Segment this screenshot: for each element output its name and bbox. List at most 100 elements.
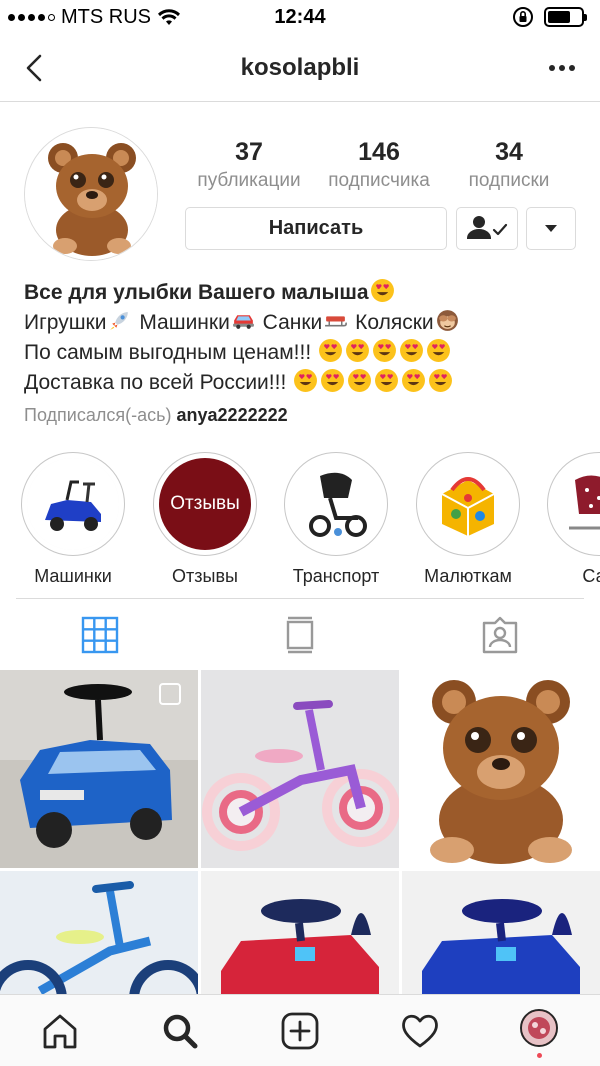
clock: 12:44 — [274, 6, 326, 28]
tricycle-image — [290, 458, 382, 550]
red-ride-on-car-photo — [201, 871, 399, 1000]
bio-prices-text: По самым выгодным ценам!!! — [24, 341, 312, 364]
post-thumbnail[interactable] — [0, 670, 198, 868]
highlight-ring: Отзывы — [153, 452, 257, 556]
heart-eyes-emoji-icon — [348, 369, 372, 392]
teddy-bear-image — [25, 128, 157, 260]
bio-name: Все для улыбки Вашего малыша — [24, 281, 369, 304]
highlight-ring — [547, 452, 600, 556]
heart-eyes-emoji-row — [317, 339, 452, 364]
add-post-icon[interactable] — [280, 1011, 320, 1051]
heart-eyes-emoji-icon — [427, 339, 450, 362]
following-button[interactable] — [456, 207, 518, 250]
heart-eyes-emoji-icon — [375, 369, 399, 392]
followed-by[interactable]: Подписался(-ась) anya2222222 — [24, 405, 288, 426]
highlight-transport[interactable]: Транспорт — [281, 452, 391, 587]
heart-eyes-emoji-icon — [373, 339, 396, 362]
ride-on-car-photo — [0, 670, 198, 868]
person-check-icon — [467, 216, 508, 239]
ride-on-car-image — [27, 458, 119, 550]
teddy-bear-photo — [402, 670, 600, 868]
posts-count[interactable]: 37 публикации — [184, 138, 314, 192]
grid-icon[interactable] — [80, 615, 120, 655]
status-bar: MTS RUS 12:44 — [0, 0, 600, 36]
profile-tab-avatar[interactable] — [520, 1009, 558, 1047]
bottom-tab-bar — [0, 994, 600, 1066]
highlight-cover: Отзывы — [159, 458, 251, 550]
sled-stroller-image — [553, 458, 600, 550]
highlight-ring — [21, 452, 125, 556]
heart-eyes-emoji-icon — [402, 369, 426, 392]
message-button[interactable]: Написать — [185, 207, 447, 250]
highlight-cover — [27, 458, 119, 550]
highlight-cars[interactable]: Машинки — [18, 452, 128, 587]
post-thumbnail[interactable] — [201, 871, 399, 1000]
posts-count-label: публикации — [197, 170, 301, 191]
bio-delivery-line: Доставка по всей России!!! — [24, 368, 584, 398]
bio-delivery-text: Доставка по всей России!!! — [24, 371, 287, 394]
orientation-lock-icon — [513, 7, 533, 27]
profile-avatar[interactable] — [24, 127, 158, 261]
heart-eyes-emoji-icon — [346, 339, 369, 362]
highlight-babies[interactable]: Малюткам — [413, 452, 523, 587]
bio-category-strollers: Коляски — [355, 311, 434, 334]
heart-eyes-emoji-icon — [319, 339, 342, 362]
home-icon[interactable] — [40, 1011, 80, 1051]
highlight-label: Малюткам — [424, 566, 512, 586]
bio-category-cars: Машинки — [139, 311, 230, 334]
bio-category-toys: Игрушки — [24, 311, 107, 334]
heart-eyes-emoji-icon — [370, 279, 394, 302]
highlight-cover-text: Отзывы — [170, 493, 240, 514]
heart-eyes-emoji-icon — [429, 369, 453, 392]
highlight-ring — [416, 452, 520, 556]
following-count-label: подписки — [468, 170, 550, 191]
suggested-dropdown-button[interactable] — [526, 207, 576, 250]
story-highlights: Машинки Отзывы Отзывы Транспорт Малюткам… — [0, 452, 600, 592]
search-icon[interactable] — [160, 1011, 200, 1051]
highlight-label: Отзывы — [172, 566, 238, 586]
highlight-ring — [284, 452, 388, 556]
followed-by-username[interactable]: anya2222222 — [177, 405, 288, 425]
highlight-cover — [422, 458, 514, 550]
caret-down-icon — [545, 225, 557, 232]
heart-icon[interactable] — [400, 1011, 440, 1051]
heart-eyes-emoji-icon — [294, 369, 318, 392]
activity-cube-image — [422, 458, 514, 550]
bio-category-sleds: Санки — [262, 311, 323, 334]
posts-grid — [0, 670, 600, 1000]
profile-header-bar: kosolapbli — [0, 36, 600, 102]
highlight-cover — [290, 458, 382, 550]
following-count-value: 34 — [495, 138, 523, 166]
blue-bike-photo — [0, 871, 198, 1000]
username-title: kosolapbli — [240, 54, 360, 81]
feed-icon[interactable] — [280, 615, 320, 655]
followers-count[interactable]: 146 подписчика — [314, 138, 444, 192]
post-thumbnail[interactable] — [402, 871, 600, 1000]
profile-view-tabs — [16, 598, 584, 670]
following-count[interactable]: 34 подписки — [444, 138, 574, 192]
highlight-label: Транспорт — [292, 566, 380, 586]
highlight-sleds[interactable]: Сан — [544, 452, 600, 587]
posts-count-value: 37 — [235, 138, 263, 166]
blue-ride-on-car-photo — [402, 871, 600, 1000]
activity-dot — [537, 1053, 542, 1058]
highlight-reviews[interactable]: Отзывы Отзывы — [150, 452, 260, 587]
post-thumbnail[interactable] — [201, 670, 399, 868]
post-thumbnail[interactable] — [402, 670, 600, 868]
see-no-evil-monkey-emoji-icon — [436, 310, 458, 331]
post-thumbnail[interactable] — [0, 871, 198, 1000]
tagged-icon[interactable] — [480, 615, 520, 655]
followers-count-value: 146 — [358, 138, 400, 166]
car-emoji-icon — [232, 315, 254, 329]
sled-emoji-icon — [325, 316, 348, 327]
followed-by-prefix: Подписался(-ась) — [24, 405, 172, 425]
bio-prices-line: По самым выгодным ценам!!! — [24, 338, 584, 368]
balance-bike-photo — [201, 670, 399, 868]
heart-eyes-emoji-icon — [321, 369, 345, 392]
followers-count-label: подписчика — [328, 170, 430, 191]
highlight-cover — [553, 458, 600, 550]
bio-name-line: Все для улыбки Вашего малыша — [24, 278, 584, 308]
more-options-icon[interactable] — [542, 50, 582, 86]
bio-categories-line: Игрушки Машинки Санки Коляски — [24, 308, 584, 338]
battery-icon — [544, 7, 587, 27]
